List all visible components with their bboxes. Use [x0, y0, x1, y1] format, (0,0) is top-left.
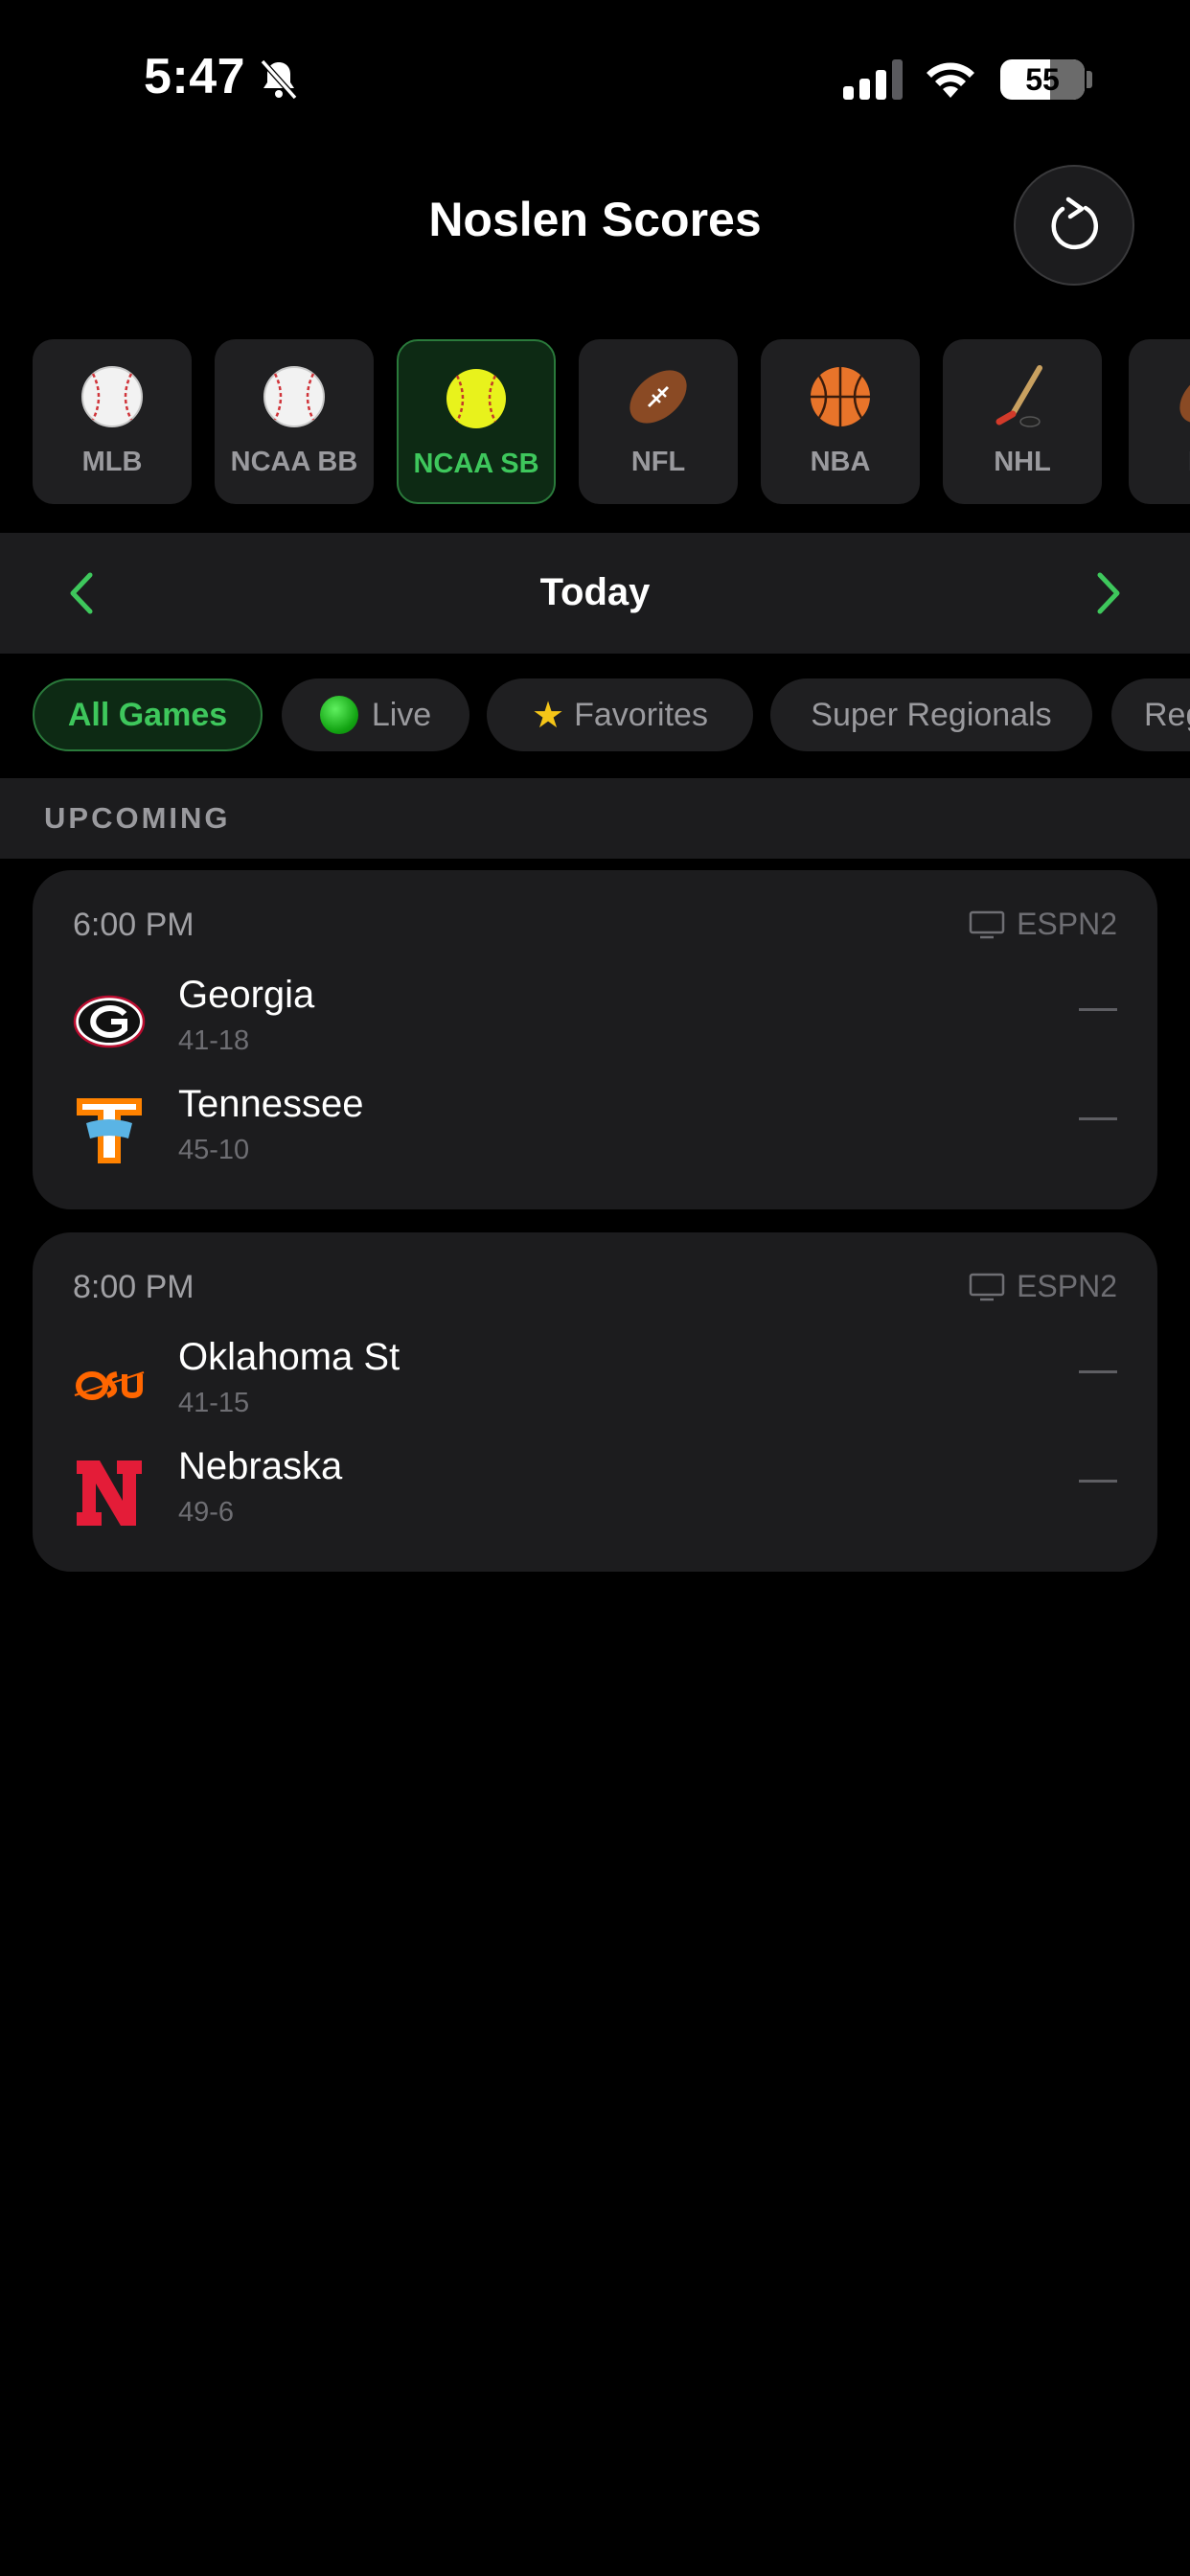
refresh-icon — [1051, 196, 1099, 250]
sport-tab-label: MLB — [81, 447, 143, 477]
basketball-icon — [811, 367, 870, 426]
team-score-placeholder — [1079, 1117, 1117, 1120]
filter-label: Live — [371, 696, 432, 733]
georgia-logo — [73, 985, 146, 1058]
baseball-icon — [263, 366, 325, 427]
tv-icon — [969, 910, 1005, 938]
team-name: Oklahoma St — [178, 1336, 400, 1378]
tv-network: ESPN2 — [969, 907, 1117, 942]
team-record: 49-6 — [178, 1497, 235, 1528]
sport-tab-label: NC — [1129, 447, 1190, 478]
section-title: UPCOMING — [44, 801, 231, 835]
softball-icon — [446, 369, 506, 428]
football-icon — [1179, 370, 1190, 424]
sport-tab-label: NFL — [630, 447, 686, 477]
sport-tabs: MLB NCAA BB NCAA SB NFL NBA NHL NC — [0, 339, 1190, 506]
game-card[interactable]: 8:00 PM ESPN2 Oklahoma St 41-15 Nebraska… — [33, 1232, 1157, 1572]
section-header: UPCOMING — [0, 778, 1190, 859]
filter-all-games[interactable]: All Games — [33, 678, 263, 751]
battery-nub — [1087, 71, 1092, 88]
sport-tab-mlb[interactable]: MLB — [33, 339, 192, 504]
team-score-placeholder — [1079, 1370, 1117, 1373]
filter-chips: All Games Live ★ Favorites Super Regiona… — [0, 678, 1190, 755]
hockey-icon — [995, 365, 1042, 427]
sport-tab-nfl[interactable]: NFL — [579, 339, 738, 504]
nebraska-logo — [73, 1457, 146, 1530]
team-row: Tennessee 45-10 — [33, 1075, 1157, 1181]
sport-tab-label: NHL — [994, 447, 1051, 477]
star-icon: ★ — [532, 695, 565, 736]
sport-tab-label: NBA — [810, 447, 871, 477]
game-time: 8:00 PM — [73, 1269, 195, 1305]
battery-indicator: 55 — [1000, 59, 1085, 100]
team-score-placeholder — [1079, 1008, 1117, 1011]
team-row: Nebraska 49-6 — [33, 1438, 1157, 1543]
filter-label: All Games — [67, 696, 228, 733]
oklahoma-state-logo — [73, 1347, 146, 1420]
status-bar: 5:47 55 — [0, 0, 1190, 153]
filter-favorites[interactable]: ★ Favorites — [487, 678, 753, 751]
app-title: Noslen Scores — [428, 193, 762, 246]
signal-icon — [843, 59, 903, 100]
sport-tab-nc[interactable]: NC — [1129, 339, 1190, 504]
filter-label: Super Regionals — [811, 696, 1052, 733]
sport-tab-label: NCAA SB — [413, 448, 539, 479]
team-record: 45-10 — [178, 1135, 250, 1165]
football-icon — [629, 370, 687, 424]
team-name: Georgia — [178, 974, 315, 1016]
sport-tab-ncaa-bb[interactable]: NCAA BB — [215, 339, 374, 504]
bell-slash-icon — [260, 58, 298, 101]
date-navigator: Today — [0, 533, 1190, 654]
sport-tab-ncaa-sb[interactable]: NCAA SB — [397, 339, 556, 504]
sport-tab-nhl[interactable]: NHL — [943, 339, 1102, 504]
network-label: ESPN2 — [1017, 907, 1117, 941]
live-dot-icon — [319, 696, 358, 734]
baseball-icon — [81, 366, 143, 427]
filter-label: Favorites — [574, 696, 708, 733]
refresh-button[interactable] — [1014, 165, 1134, 286]
network-label: ESPN2 — [1017, 1269, 1117, 1303]
game-time: 6:00 PM — [73, 907, 195, 943]
filter-super-regionals[interactable]: Super Regionals — [770, 678, 1092, 751]
battery-percent: 55 — [1025, 62, 1060, 97]
team-record: 41-18 — [178, 1025, 250, 1056]
filter-label: Reg — [1144, 696, 1190, 733]
tennessee-logo — [73, 1094, 146, 1167]
team-row: Oklahoma St 41-15 — [33, 1328, 1157, 1434]
team-score-placeholder — [1079, 1480, 1117, 1483]
team-row: Georgia 41-18 — [33, 966, 1157, 1071]
team-name: Nebraska — [178, 1445, 343, 1487]
game-card[interactable]: 6:00 PM ESPN2 Georgia 41-18 Tennessee 45… — [33, 870, 1157, 1209]
team-name: Tennessee — [178, 1083, 364, 1125]
wifi-icon — [927, 62, 974, 98]
chevron-right-icon[interactable] — [1087, 569, 1131, 617]
team-record: 41-15 — [178, 1388, 250, 1418]
status-time: 5:47 — [144, 49, 246, 104]
date-label: Today — [539, 571, 651, 613]
sport-tab-label: NCAA BB — [230, 447, 358, 477]
filter-regionals[interactable]: Reg — [1111, 678, 1190, 751]
sport-tab-nba[interactable]: NBA — [761, 339, 920, 504]
tv-icon — [969, 1273, 1005, 1300]
filter-live[interactable]: Live — [282, 678, 469, 751]
tv-network: ESPN2 — [969, 1269, 1117, 1304]
